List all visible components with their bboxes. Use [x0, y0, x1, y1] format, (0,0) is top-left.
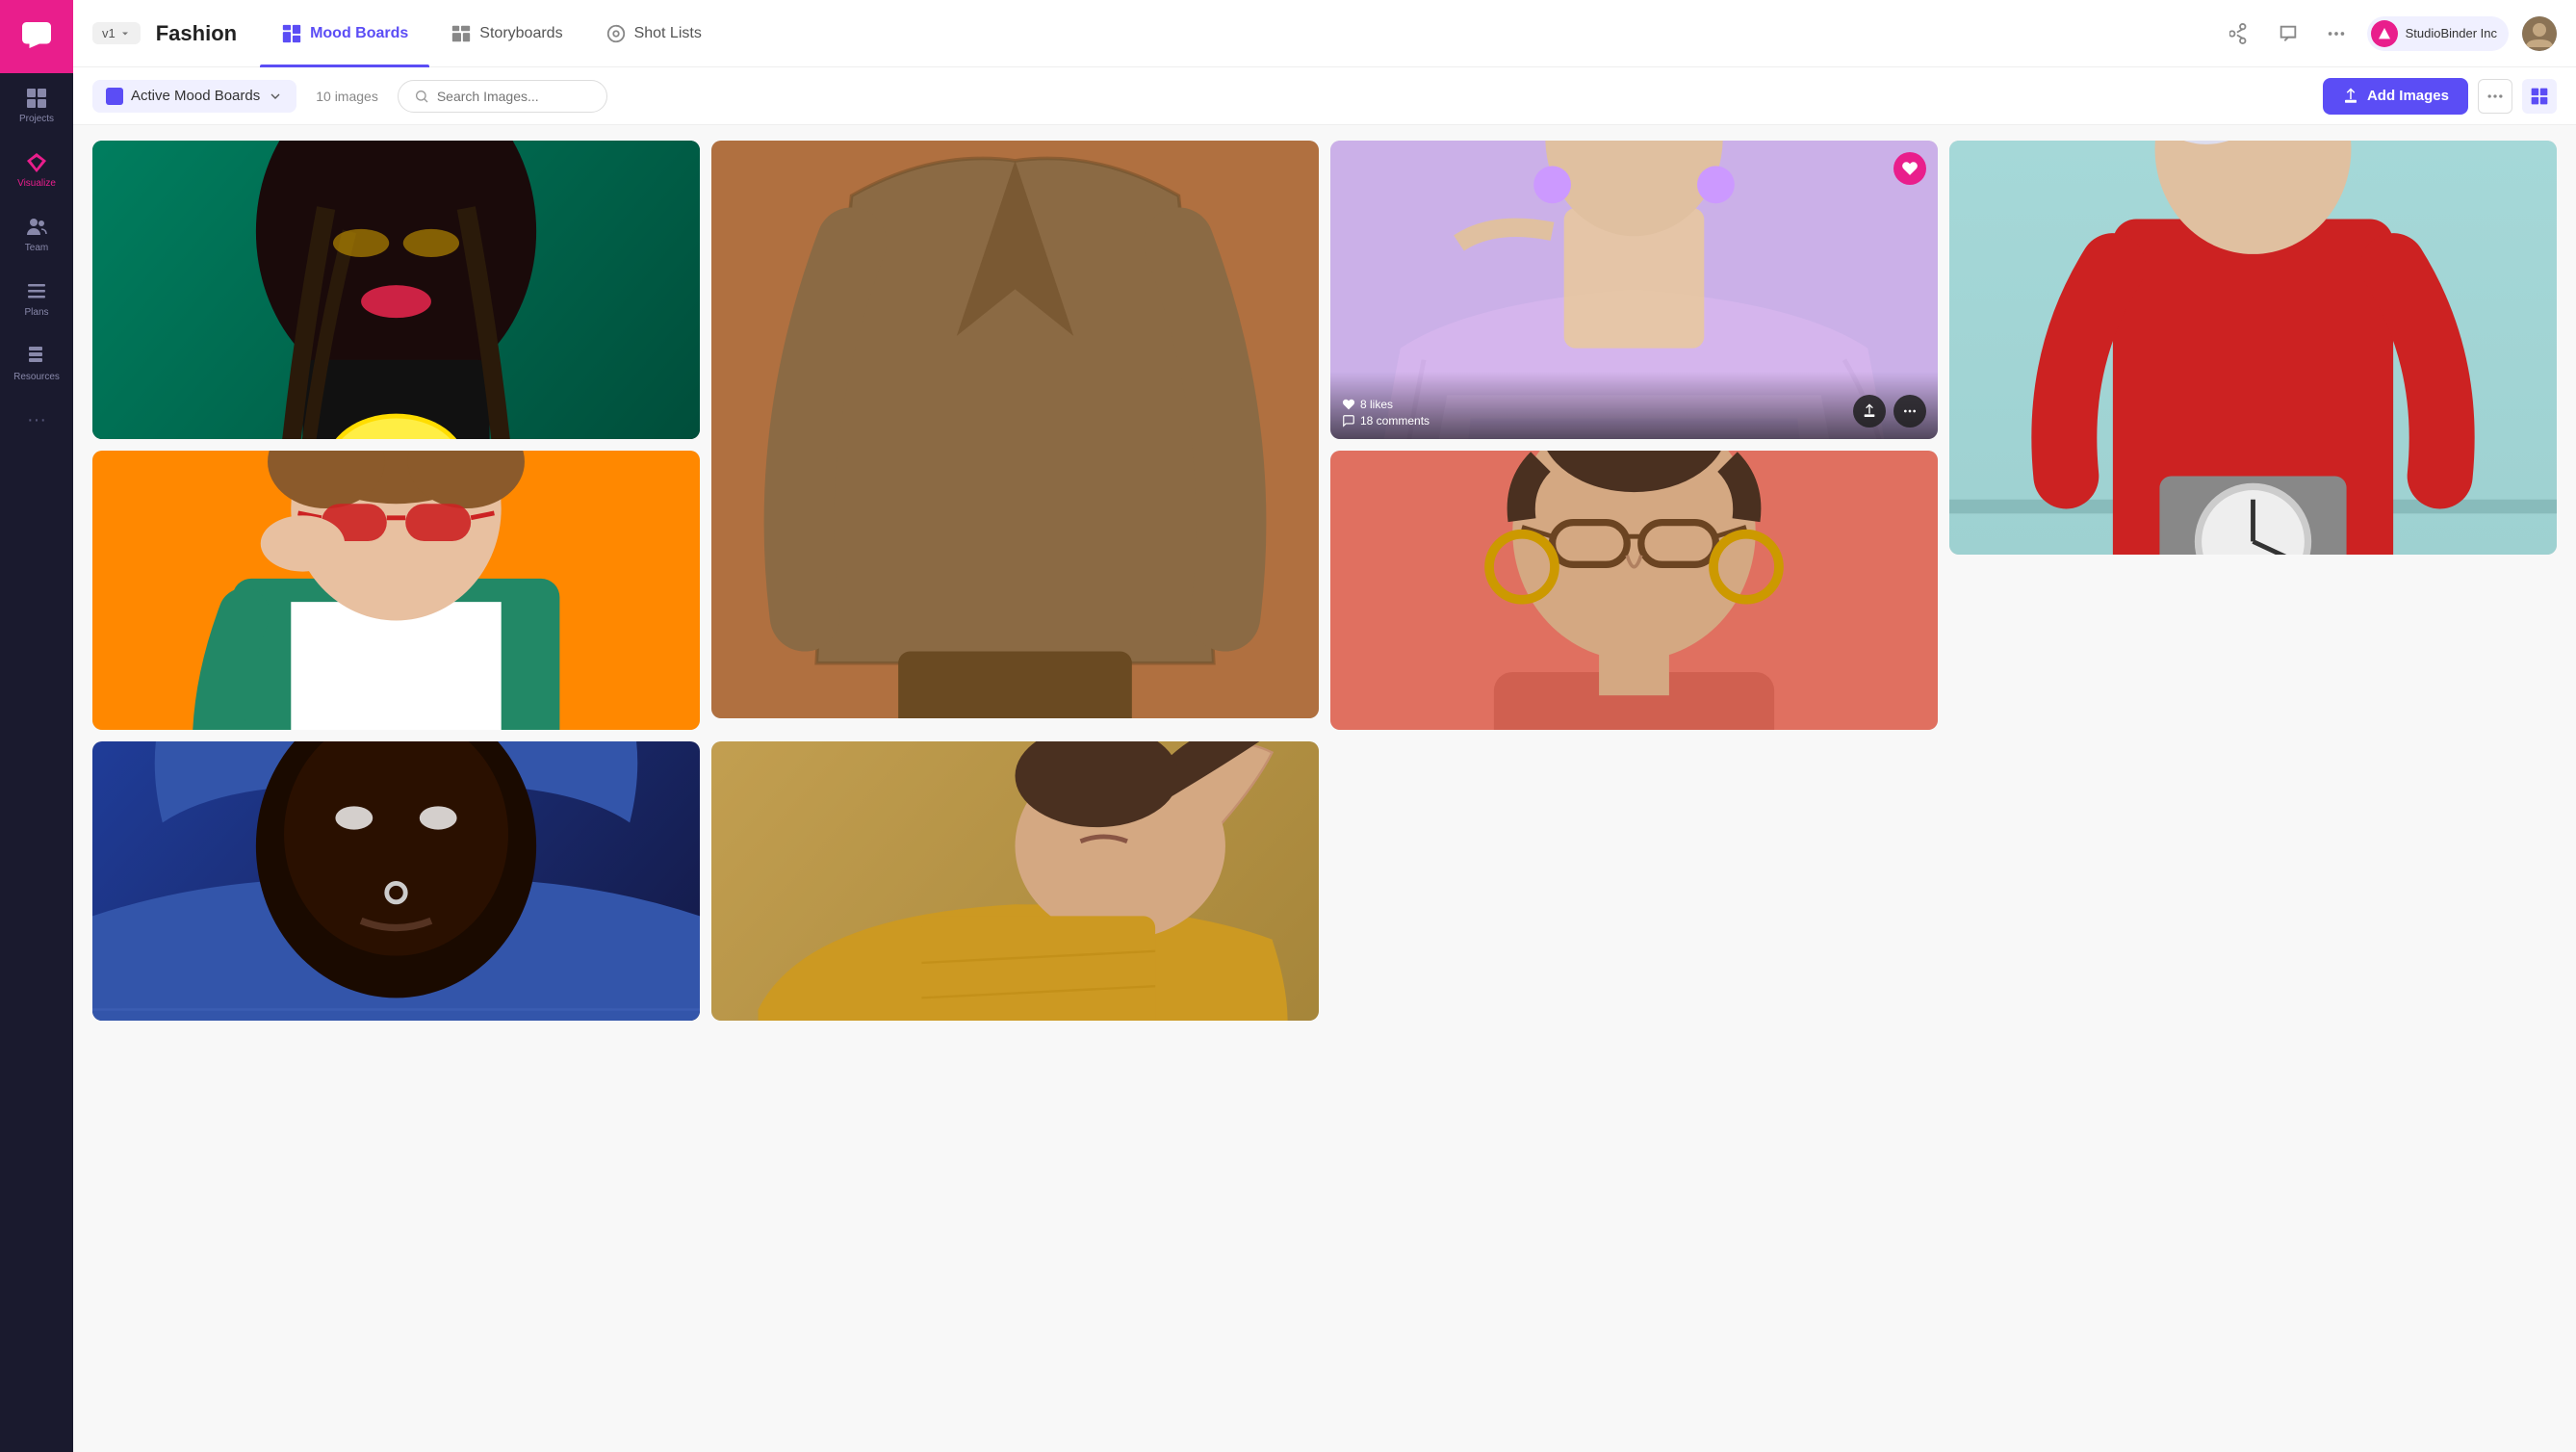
brand-icon: [2371, 20, 2398, 47]
sidebar: Projects Visualize Team Plans Re: [0, 0, 73, 1452]
share-icon: [1862, 403, 1877, 419]
image-count: 10 images: [316, 89, 378, 104]
board-selector-label: Active Mood Boards: [131, 88, 260, 104]
heart-icon: [1901, 160, 1919, 177]
likes-stat: 8 likes: [1342, 398, 1430, 411]
list-item[interactable]: [711, 741, 1319, 1021]
masonry-grid: 8 likes 18 comments: [92, 141, 2557, 1021]
image-figure: [711, 141, 1319, 718]
version-chevron-icon: [119, 28, 131, 39]
people-icon: [25, 216, 48, 239]
image-overlay: 8 likes 18 comments: [1330, 372, 1938, 439]
list-item[interactable]: [92, 141, 700, 439]
like-badge[interactable]: [1893, 152, 1926, 185]
board-icon: [106, 88, 123, 105]
user-badge[interactable]: StudioBinder Inc: [2367, 16, 2509, 51]
share-action-button[interactable]: [1853, 395, 1886, 428]
toolbar-more-button[interactable]: [2478, 79, 2512, 114]
comment-icon: [1342, 414, 1355, 428]
user-name: StudioBinder Inc: [2406, 26, 2497, 40]
view-grid-button[interactable]: [2522, 79, 2557, 114]
share-icon[interactable]: [2223, 16, 2257, 51]
mood-board-selector[interactable]: Active Mood Boards: [92, 80, 296, 113]
grid-view-icon: [2530, 87, 2549, 106]
list-item[interactable]: [92, 451, 700, 730]
sidebar-item-team[interactable]: Team: [0, 202, 73, 267]
search-box[interactable]: [398, 80, 607, 113]
comments-stat: 18 comments: [1342, 414, 1430, 428]
sidebar-item-resources[interactable]: Resources: [0, 331, 73, 396]
image-figure: [711, 741, 1319, 1021]
search-input[interactable]: [437, 89, 591, 104]
sidebar-item-projects[interactable]: Projects: [0, 73, 73, 138]
nav-tabs: Mood Boards Storyboards Shot Lists: [260, 0, 2223, 67]
more-options-icon[interactable]: [2319, 16, 2354, 51]
topnav-right: StudioBinder Inc: [2223, 16, 2557, 51]
project-name: Fashion: [156, 21, 237, 46]
list-item[interactable]: [1330, 451, 1938, 730]
top-navigation: v1 Fashion Mood Boards: [73, 0, 2576, 67]
image-figure: [92, 741, 700, 1021]
list-item[interactable]: 8 likes 18 comments: [1330, 141, 1938, 439]
sidebar-item-visualize[interactable]: Visualize: [0, 138, 73, 202]
comments-icon[interactable]: [2271, 16, 2306, 51]
shot-lists-icon: [605, 23, 627, 44]
upload-icon: [2342, 88, 2359, 105]
list-item[interactable]: [711, 141, 1319, 718]
dropdown-chevron-icon: [268, 89, 283, 104]
toolbar: Active Mood Boards 10 images Add Images: [73, 67, 2576, 125]
tab-mood-boards[interactable]: Mood Boards: [260, 0, 429, 67]
more-dots-icon: [2486, 87, 2505, 106]
image-stats: 8 likes 18 comments: [1342, 398, 1430, 428]
tab-shot-lists[interactable]: Shot Lists: [584, 0, 723, 67]
add-images-button[interactable]: Add Images: [2323, 78, 2468, 115]
image-figure: [92, 451, 700, 730]
book-icon: [25, 345, 48, 368]
tab-storyboards[interactable]: Storyboards: [429, 0, 583, 67]
sidebar-item-plans[interactable]: Plans: [0, 267, 73, 331]
image-figure: [1949, 141, 2557, 555]
diamond-icon: [25, 151, 48, 174]
bars-icon: [25, 280, 48, 303]
image-figure: [1330, 451, 1938, 730]
main-content: v1 Fashion Mood Boards: [73, 0, 2576, 1452]
mood-boards-icon: [281, 23, 302, 44]
image-actions: [1853, 395, 1926, 428]
heart-small-icon: [1342, 398, 1355, 411]
list-item[interactable]: [92, 741, 700, 1021]
storyboards-icon: [451, 23, 472, 44]
toolbar-right: Add Images: [2323, 78, 2557, 115]
grid-icon: [25, 87, 48, 110]
search-icon: [414, 89, 429, 104]
more-action-button[interactable]: [1893, 395, 1926, 428]
version-selector[interactable]: v1: [92, 22, 141, 44]
sidebar-more[interactable]: ···: [27, 396, 46, 445]
list-item[interactable]: [1949, 141, 2557, 555]
chat-icon: [19, 19, 54, 54]
user-avatar[interactable]: [2522, 16, 2557, 51]
image-gallery: 8 likes 18 comments: [73, 125, 2576, 1452]
image-figure: [92, 141, 700, 439]
dots-icon: [1902, 403, 1918, 419]
app-logo[interactable]: [0, 0, 73, 73]
